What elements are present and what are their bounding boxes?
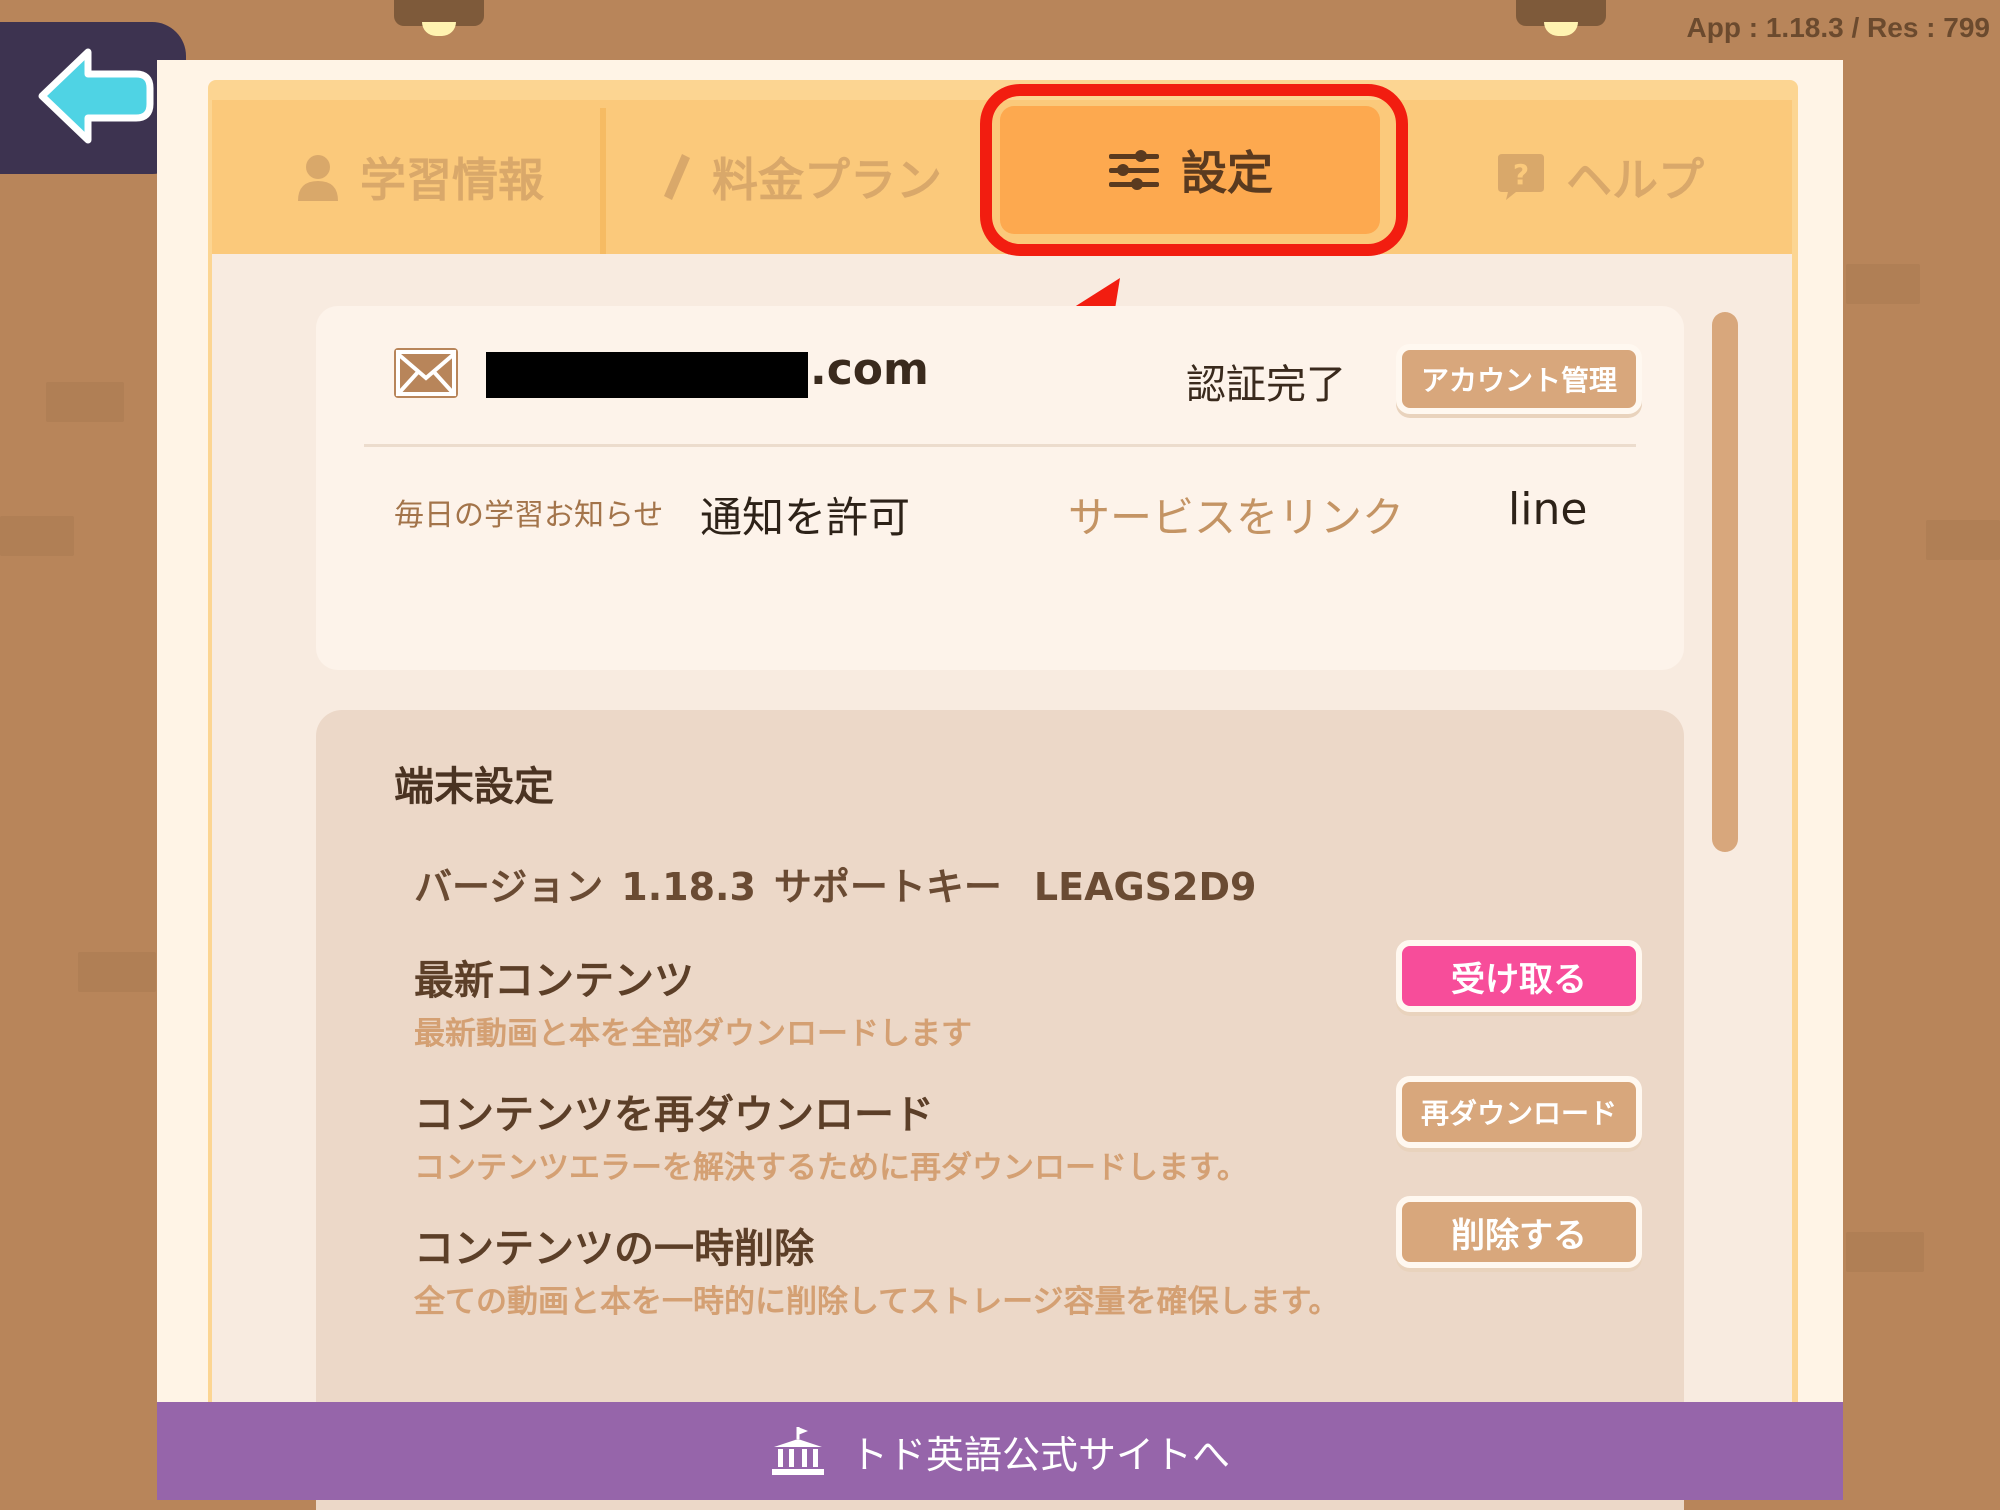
bg-brick [1846,264,1920,304]
version-info: App : 1.18.3 / Res : 799 [1686,12,1990,43]
item-desc: 最新動画と本を全部ダウンロードします [414,1016,972,1052]
delete-button[interactable]: 削除する [1396,1196,1642,1268]
service-label: サービスをリンク [1068,493,1405,542]
redacted-email [486,352,808,398]
back-arrow-icon [38,48,154,144]
bg-brick [1926,520,2000,560]
item-title: 最新コンテンツ [414,958,694,1004]
email-suffix: .com [810,344,929,395]
auth-status: 認証完了 [1186,362,1346,408]
support-key-value: LEAGS2D9 [1033,865,1257,909]
account-manage-button[interactable]: アカウント管理 [1396,344,1642,414]
person-icon [298,155,338,201]
help-bubble-icon: ? [1498,154,1544,200]
bg-brick [1846,1232,1924,1272]
receive-button[interactable]: 受け取る [1396,940,1642,1012]
mail-icon [394,348,458,398]
footer-label: トド英語公式サイトへ [849,1432,1230,1477]
tab-divider [600,108,606,254]
ceiling-lamp [394,0,484,36]
pen-icon [664,154,690,200]
bg-brick [0,516,74,556]
support-key-label: サポートキー [773,865,1002,909]
tab-pricing[interactable]: 料金プラン [612,100,992,254]
section-title: 端末設定 [394,764,554,810]
tab-learning-info[interactable]: 学習情報 [240,100,600,254]
version-label: バージョン [414,865,604,909]
item-title: コンテンツの一時削除 [414,1226,814,1272]
item-desc: コンテンツエラーを解決するために再ダウンロードします。 [414,1150,1248,1186]
highlight-box [980,84,1408,256]
tab-label: ヘルプ [1566,153,1704,207]
ceiling-lamp [1516,0,1606,36]
building-icon [771,1427,824,1475]
scrollbar[interactable] [1712,312,1738,852]
tab-help[interactable]: ? ヘルプ [1420,100,1780,254]
tab-label: 料金プラン [712,153,942,207]
divider [364,444,1636,447]
tab-label: 学習情報 [360,153,544,207]
notify-value[interactable]: 通知を許可 [700,484,910,545]
bg-brick [46,382,124,422]
svg-text:?: ? [1513,158,1529,191]
item-desc: 全ての動画と本を一時的に削除してストレージ容量を確保します。 [414,1284,1340,1320]
redownload-button[interactable]: 再ダウンロード [1396,1076,1642,1148]
item-title: コンテンツを再ダウンロード [414,1092,934,1138]
version-value: 1.18.3 [621,865,756,909]
bg-brick [78,952,156,992]
version-row: バージョン 1.18.3 サポートキー LEAGS2D9 [414,856,1274,911]
official-site-link[interactable]: トド英語公式サイトへ [157,1402,1843,1500]
service-value[interactable]: line [1508,484,1587,535]
notify-label: 毎日の学習お知らせ [394,498,664,533]
